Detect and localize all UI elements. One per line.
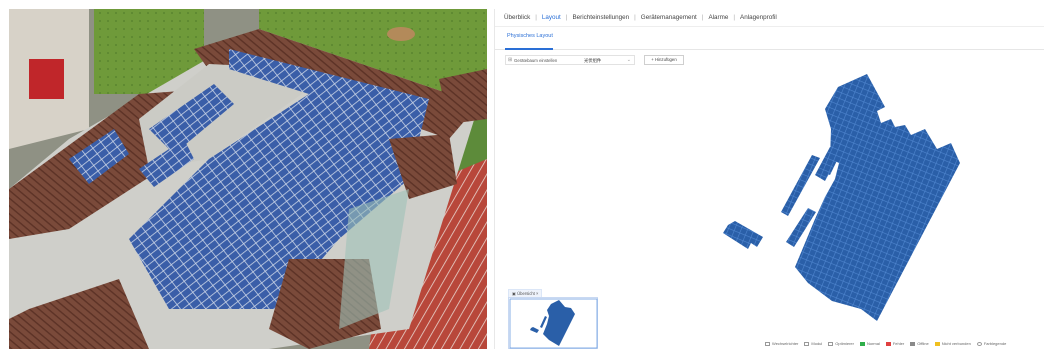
legend-inverter: Wechselrichter bbox=[765, 341, 798, 346]
layout-toolbar: ⊞ Gerätebaum einstellen 光伏组件 ⌄ + Hinzufü… bbox=[505, 55, 1035, 65]
tab-physical-layout[interactable]: Physisches Layout bbox=[507, 33, 553, 39]
device-tree-select-label: Gerätebaum einstellen bbox=[514, 58, 558, 63]
close-icon[interactable]: × bbox=[536, 291, 538, 296]
device-tree-select[interactable]: ⊞ Gerätebaum einstellen 光伏组件 ⌄ bbox=[505, 55, 635, 65]
top-navigation: Überblick | Layout | Berichteinstellunge… bbox=[495, 9, 1044, 27]
active-tab-indicator bbox=[505, 48, 553, 50]
color-legend-icon bbox=[976, 341, 982, 346]
legend-label: Optimierer bbox=[835, 341, 854, 346]
layout-app: Überblick | Layout | Berichteinstellunge… bbox=[494, 9, 1044, 349]
overview-label: Übersicht bbox=[517, 291, 535, 296]
legend-label: Modul bbox=[811, 341, 823, 346]
map-icon: ▣ bbox=[512, 291, 516, 296]
rooftop-photo bbox=[9, 9, 487, 349]
legend-label: Farblegende bbox=[983, 341, 1007, 346]
status-normal-swatch bbox=[859, 341, 865, 346]
nav-item-alarms[interactable]: Alarme bbox=[705, 14, 731, 21]
status-disconnected-swatch bbox=[934, 341, 940, 346]
tree-icon: ⊞ bbox=[508, 57, 513, 63]
module-array-block-left[interactable] bbox=[723, 221, 763, 249]
nav-item-device-management[interactable]: Gerätemanagement bbox=[638, 14, 700, 21]
device-tree-select-value: 光伏组件 bbox=[584, 58, 602, 63]
nav-item-report-settings[interactable]: Berichteinstellungen bbox=[569, 14, 632, 21]
status-fault-swatch bbox=[885, 341, 891, 346]
nav-item-overview[interactable]: Überblick bbox=[501, 14, 533, 21]
sub-tab-bar: Physisches Layout bbox=[495, 27, 1044, 50]
optimizer-icon bbox=[828, 341, 834, 346]
nav-item-plant-profile[interactable]: Anlagenprofil bbox=[737, 14, 780, 21]
legend-normal: Normal bbox=[859, 341, 880, 346]
color-legend: Wechselrichter Modul Optimierer Normal F… bbox=[765, 341, 1006, 346]
overview-minimap[interactable] bbox=[508, 297, 598, 349]
add-button[interactable]: + Hinzufügen bbox=[644, 55, 684, 65]
chevron-down-icon: ⌄ bbox=[626, 57, 631, 63]
minimap-block bbox=[530, 327, 539, 333]
legend-label: Normal bbox=[866, 341, 880, 346]
legend-disconnected: Nicht verbunden bbox=[934, 341, 971, 346]
legend-color-key[interactable]: Farblegende bbox=[976, 341, 1007, 346]
legend-label: Fehler bbox=[892, 341, 905, 346]
legend-label: Nicht verbunden bbox=[941, 341, 971, 346]
legend-module: Modul bbox=[804, 341, 822, 346]
inverter-icon bbox=[765, 341, 770, 346]
legend-optimizer: Optimierer bbox=[828, 341, 854, 346]
minimap-strip bbox=[540, 316, 547, 328]
status-offline-swatch bbox=[910, 341, 916, 346]
nav-item-layout[interactable]: Layout bbox=[539, 14, 564, 21]
minimap-array bbox=[543, 300, 575, 346]
legend-fault: Fehler bbox=[885, 341, 905, 346]
legend-label: Offline bbox=[917, 341, 929, 346]
module-icon bbox=[804, 341, 810, 346]
module-array-strip-2[interactable] bbox=[781, 155, 820, 216]
module-array-main[interactable] bbox=[795, 74, 960, 321]
legend-label: Wechselrichter bbox=[772, 341, 799, 346]
legend-offline: Offline bbox=[910, 341, 929, 346]
